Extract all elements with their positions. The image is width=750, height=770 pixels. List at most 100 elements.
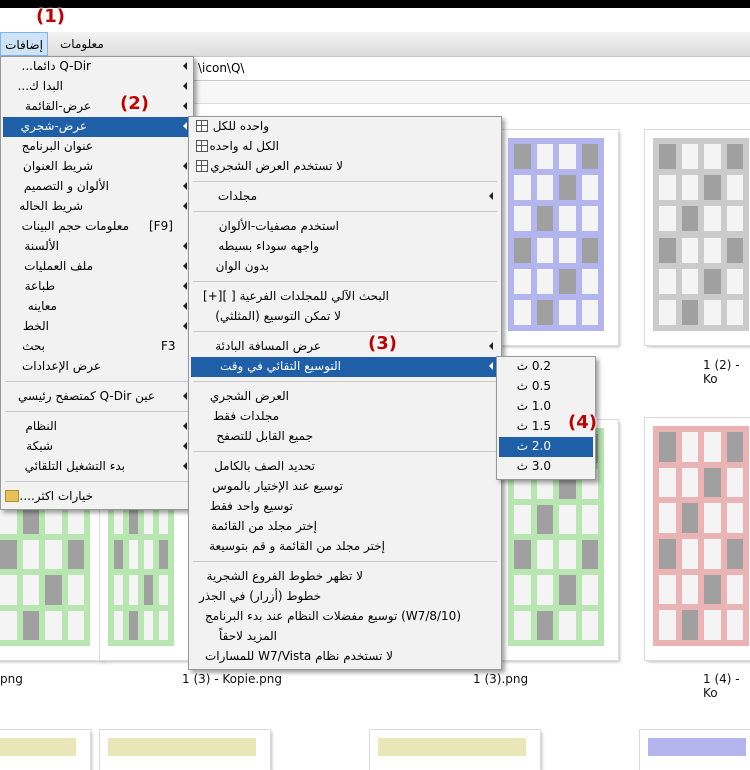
menu2-item-pick-folder-and-expand[interactable]: إختر مجلد من القائمة و قم بتوسيعة <box>191 537 499 557</box>
thumbnail-pixel <box>514 144 531 170</box>
menu1-item-qdir-always[interactable]: Q-Dir دائما... <box>3 57 191 77</box>
menu1-item-title-bar[interactable]: شريط العنوان <box>3 157 191 177</box>
menu1-item-more-options[interactable]: خيارات اكثر.... <box>3 487 191 507</box>
thumbnail-row3-2[interactable] <box>100 730 270 770</box>
menu2-item-no-colors[interactable]: بدون الوان <box>191 257 499 277</box>
submenu-arrow-icon <box>183 102 187 110</box>
menu2-item-simple-black[interactable]: واجهه سوداء بسيطه <box>191 237 499 257</box>
thumbnail-pixel <box>659 467 676 498</box>
menu3-item-2-0s[interactable]: 2.0 ث <box>499 437 593 457</box>
thumbnail-image <box>648 738 746 756</box>
menu2-item-single-expand[interactable]: توسيع واحد فقط <box>191 497 499 517</box>
menu1-item-tabs[interactable]: الألسنة <box>3 237 191 257</box>
menu2-item-each-own[interactable]: الكل له واحده <box>191 137 499 157</box>
thumbnail-pixel <box>536 175 553 201</box>
submenu-arrow-icon <box>183 262 187 270</box>
thumbnail-pixel <box>129 540 138 570</box>
thumbnail-pixel <box>536 610 553 640</box>
menu2-item-all-browsable[interactable]: جميع القابل للتصفح <box>191 427 499 447</box>
thumbnail-pixel <box>129 610 138 640</box>
menu2-item-disable-triangle-expand[interactable]: لا تمكن التوسيع (المثلثي) <box>191 307 499 327</box>
thumbnail-pixel <box>659 299 676 325</box>
thumbnail-row3-1[interactable] <box>0 730 90 770</box>
menu2-item-hide-tree-lines[interactable]: لا تظهر خطوط الفروع الشجرية <box>191 567 499 587</box>
thumbnail-top-3[interactable] <box>500 130 618 345</box>
menu3-item-0-2s[interactable]: 0.2 ث <box>499 357 593 377</box>
thumbnail-pixel <box>704 175 721 201</box>
thumbnail-pixel <box>114 610 123 640</box>
menu2-item-folders[interactable]: مجلدات <box>191 187 499 207</box>
thumbnail-pixel <box>659 175 676 201</box>
callout-2: (2) <box>120 93 149 114</box>
menu2-item-one-for-all[interactable]: واحده للكل <box>191 117 499 137</box>
menu1-item-font[interactable]: الخط <box>3 317 191 337</box>
thumbnail-pixel <box>22 575 39 605</box>
thumbnail-pixel <box>726 268 743 294</box>
menu2-item-no-w7-vista-paths[interactable]: لا تستخدم نظام W7/Vista للمسارات <box>191 647 499 667</box>
menu1-item-colors-design[interactable]: الألوان و التصميم <box>3 177 191 197</box>
menu2-item-auto-search-subfolders[interactable]: البحث الآلي للمجلدات الفرعية [ ][+] <box>191 287 499 307</box>
thumbnail-pixel <box>659 610 676 640</box>
menu2-item-full-row-select[interactable]: تحديد الصف بالكامل <box>191 457 499 477</box>
menu2-item-folders-only[interactable]: مجلدات فقط <box>191 407 499 427</box>
thumbnail-pixel <box>681 432 698 462</box>
menu2-item-root-buttons[interactable]: خطوط (أزرار) في الجذر <box>191 587 499 607</box>
thumbnail-pixel <box>704 144 721 170</box>
menu2-item-tree-view[interactable]: العرض الشجري <box>191 387 499 407</box>
thumbnail-row2-4[interactable] <box>645 418 750 660</box>
menu2-item-indent-display[interactable]: عرض المسافة البادئة <box>191 337 499 357</box>
menu1-item-settings-view[interactable]: عرض الإعدادات <box>3 357 191 377</box>
thumbnail-pixel <box>514 299 531 325</box>
thumbnail-pixel <box>559 175 576 201</box>
menu-info[interactable]: معلومات <box>56 32 108 56</box>
thumbnail-label: 1 (3).png <box>473 672 529 686</box>
menu3-item-0-5s[interactable]: 0.5 ث <box>499 377 593 397</box>
thumbnail-pixel <box>681 574 698 605</box>
menu2-item-auto-expand-time[interactable]: التوسيع التقائي في وقت <box>191 357 499 377</box>
thumbnail-pixel <box>681 610 698 640</box>
menu1-item-status-bar[interactable]: شريط الحاله <box>3 197 191 217</box>
menu1-item-autostart[interactable]: بدء التشغيل التلقائي <box>3 457 191 477</box>
thumbnail-top-4[interactable] <box>645 130 750 345</box>
thumbnail-pixel <box>536 206 553 232</box>
menu1-item-program-title[interactable]: عنوان البرنامج <box>3 137 191 157</box>
menu1-item-operations-file[interactable]: ملف العمليات <box>3 257 191 277</box>
address-bar[interactable]: \icon\Q\ <box>190 57 750 81</box>
menu2-item-expand-system-favorites[interactable]: (W7/8/10) توسيع مفضلات النظام عند بدء ال… <box>191 607 499 627</box>
menu1-item-data-size-info[interactable]: [F9] معلومات حجم البينات <box>3 217 191 237</box>
thumbnail-pixel <box>659 503 676 533</box>
menu2-item-color-filters[interactable]: استخدم مصفيات-الألوان <box>191 217 499 237</box>
menu2-item-expand-on-mouse-select[interactable]: توسيع عند الإختيار بالموس <box>191 477 499 497</box>
menu-separator <box>5 481 189 482</box>
thumbnail-pixel <box>681 268 698 294</box>
thumbnail-pixel <box>704 432 721 462</box>
menu1-item-network[interactable]: شبكة <box>3 437 191 457</box>
thumbnail-pixel <box>581 540 598 570</box>
menu2-item-no-tree[interactable]: لا تستخدم العرض الشجري <box>191 157 499 177</box>
thumbnail-row3-4[interactable] <box>640 730 750 770</box>
thumbnail-pixel <box>536 144 553 170</box>
thumbnail-row3-3[interactable] <box>370 730 540 770</box>
thumbnail-pixel <box>581 144 598 170</box>
menu-separator <box>193 181 497 182</box>
menu1-item-start-as[interactable]: البدا ك... <box>3 77 191 97</box>
menu1-item-default-browser[interactable]: عين Q-Dir كمتصفح رئيسي <box>3 387 191 407</box>
menu1-item-search[interactable]: F3 بحث <box>3 337 191 357</box>
menu2-item-pick-folder-from-list[interactable]: إختر مجلد من القائمة <box>191 517 499 537</box>
menu3-item-3-0s[interactable]: 3.0 ث <box>499 457 593 477</box>
menu1-item-preview[interactable]: معاينه <box>3 297 191 317</box>
menu1-item-list-view[interactable]: عرض-القائمة <box>3 97 191 117</box>
submenu-arrow-icon <box>489 362 493 370</box>
menu1-item-system[interactable]: النظام <box>3 417 191 437</box>
thumbnail-pixel <box>704 206 721 232</box>
menu-separator <box>5 381 189 382</box>
menu2-item-more-later[interactable]: المزيد لاحقاً <box>191 627 499 647</box>
submenu-arrow-icon <box>183 302 187 310</box>
thumbnail-pixel <box>144 575 153 605</box>
submenu-arrow-icon <box>183 162 187 170</box>
menu1-item-print[interactable]: طباعة <box>3 277 191 297</box>
toolbar-row <box>190 81 750 104</box>
menu1-item-tree-view[interactable]: عرض-شجري <box>3 117 191 137</box>
menu-extras[interactable]: إضافات <box>0 32 48 56</box>
menu-separator <box>193 561 497 562</box>
